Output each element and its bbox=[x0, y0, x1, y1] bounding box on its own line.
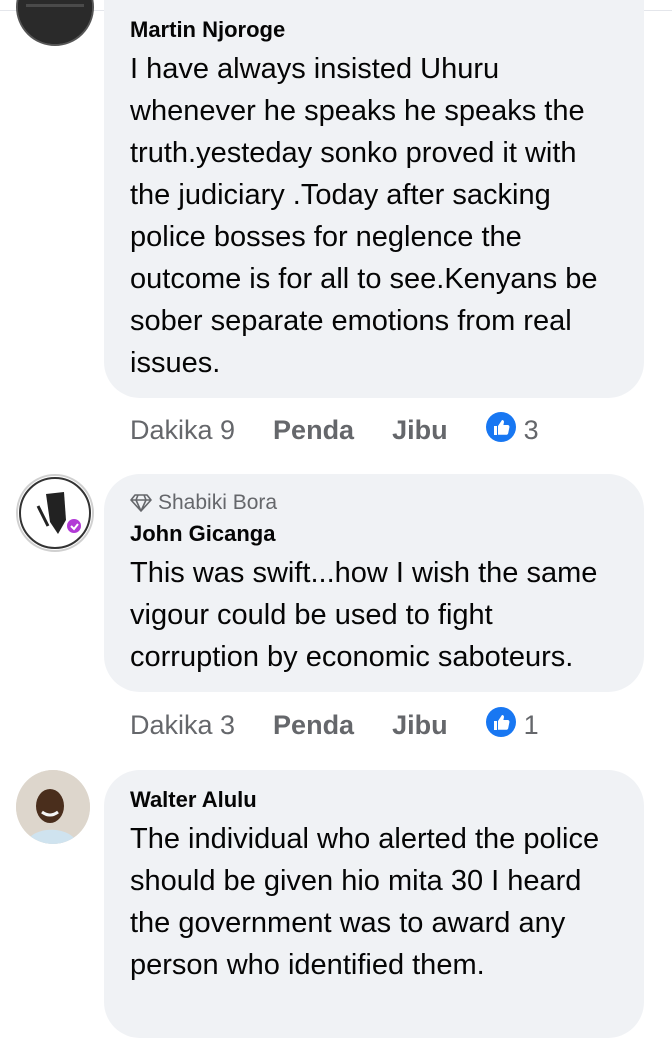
comment-time[interactable]: Dakika 9 bbox=[130, 415, 235, 446]
top-fan-badge: Shabiki Bora bbox=[130, 490, 618, 516]
reaction-count: 3 bbox=[523, 414, 539, 445]
reaction-count: 1 bbox=[523, 709, 539, 740]
comment-bubble: Walter Alulu The individual who alerted … bbox=[104, 770, 644, 1038]
comment-text: This was swift...how I wish the same vig… bbox=[130, 557, 598, 673]
comment-author[interactable]: Martin Njoroge bbox=[130, 16, 618, 44]
comment-author[interactable]: Walter Alulu bbox=[130, 786, 618, 814]
comment-author[interactable]: John Gicanga bbox=[130, 520, 618, 548]
like-button[interactable]: Penda bbox=[273, 415, 354, 446]
comment-text: The individual who alerted the police sh… bbox=[130, 823, 600, 981]
comment-bubble: Shabiki Bora John Gicanga This was swift… bbox=[104, 474, 644, 692]
reply-button[interactable]: Jibu bbox=[392, 415, 448, 446]
comment-actions: Dakika 3 Penda Jibu 1 bbox=[130, 705, 539, 745]
comment-text: I have always insisted Uhuru whenever he… bbox=[130, 53, 598, 379]
comment-time[interactable]: Dakika 3 bbox=[130, 710, 235, 741]
reply-button[interactable]: Jibu bbox=[392, 710, 448, 741]
badge-label: Shabiki Bora bbox=[158, 491, 278, 514]
reaction-summary[interactable]: 1 bbox=[485, 706, 539, 744]
diamond-icon bbox=[130, 491, 158, 514]
comment-actions: Dakika 9 Penda Jibu 3 bbox=[130, 410, 539, 450]
reaction-summary[interactable]: 3 bbox=[485, 411, 539, 449]
thumbs-up-icon bbox=[485, 411, 524, 449]
avatar[interactable] bbox=[16, 0, 94, 46]
avatar[interactable] bbox=[16, 770, 90, 844]
thumbs-up-icon bbox=[485, 706, 524, 744]
like-button[interactable]: Penda bbox=[273, 710, 354, 741]
avatar[interactable] bbox=[16, 474, 94, 552]
comment-bubble: Martin Njoroge I have always insisted Uh… bbox=[104, 0, 644, 398]
